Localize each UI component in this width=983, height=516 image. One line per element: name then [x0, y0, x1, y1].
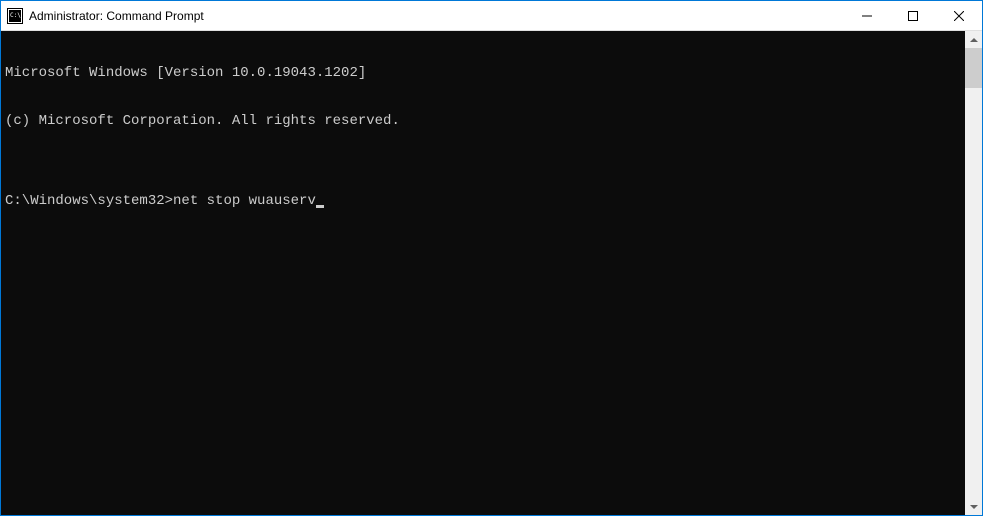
console-content[interactable]: Microsoft Windows [Version 10.0.19043.12… — [1, 31, 965, 515]
console-area: Microsoft Windows [Version 10.0.19043.12… — [1, 31, 982, 515]
console-line-version: Microsoft Windows [Version 10.0.19043.12… — [5, 65, 961, 81]
window-title: Administrator: Command Prompt — [29, 9, 204, 23]
prompt-line: C:\Windows\system32>net stop wuauserv — [5, 193, 961, 209]
minimize-button[interactable] — [844, 1, 890, 30]
command-prompt-window: C:\ Administrator: Command Prompt Micros… — [0, 0, 983, 516]
window-controls — [844, 1, 982, 30]
scroll-thumb[interactable] — [965, 48, 982, 88]
titlebar[interactable]: C:\ Administrator: Command Prompt — [1, 1, 982, 31]
maximize-button[interactable] — [890, 1, 936, 30]
svg-text:C:\: C:\ — [10, 12, 21, 19]
vertical-scrollbar[interactable] — [965, 31, 982, 515]
scroll-up-button[interactable] — [965, 31, 982, 48]
cursor — [316, 205, 324, 208]
prompt-path: C:\Windows\system32> — [5, 193, 173, 209]
scroll-down-button[interactable] — [965, 498, 982, 515]
typed-command: net stop wuauserv — [173, 193, 316, 209]
console-line-copyright: (c) Microsoft Corporation. All rights re… — [5, 113, 961, 129]
scroll-track[interactable] — [965, 48, 982, 498]
cmd-icon: C:\ — [7, 8, 23, 24]
close-button[interactable] — [936, 1, 982, 30]
